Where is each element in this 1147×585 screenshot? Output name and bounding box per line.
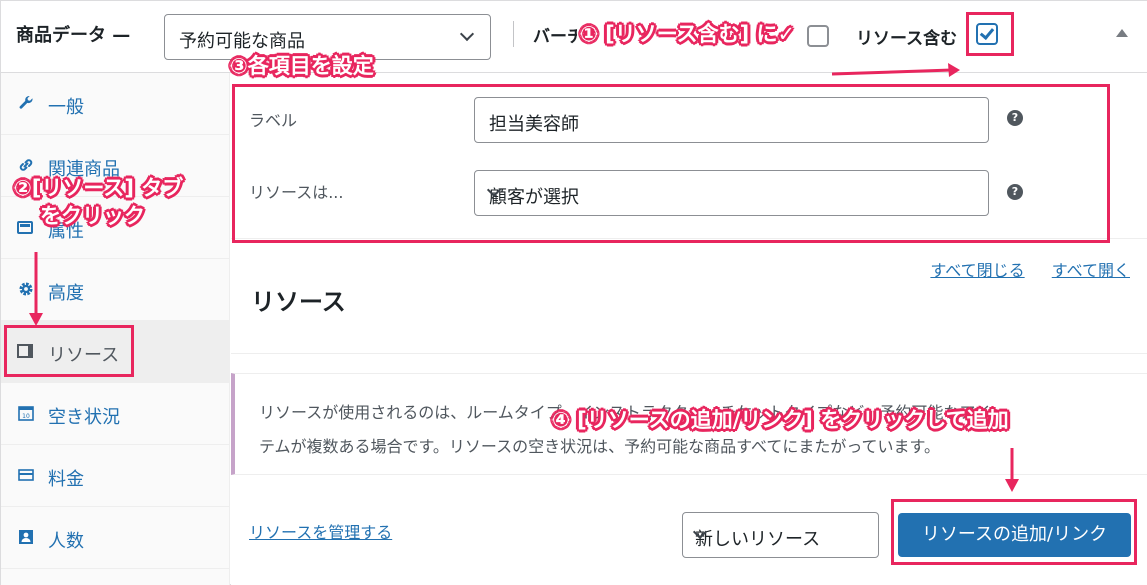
new-resource-value: 新しいリソース xyxy=(695,529,821,550)
highlight-resource-checkbox xyxy=(966,12,1014,56)
tab-label: 空き状況 xyxy=(48,407,120,428)
resources-section-title: リソース xyxy=(251,288,346,316)
highlight-fields xyxy=(232,84,1110,243)
expand-collapse-links: すべて閉じる すべて開く xyxy=(908,257,1130,281)
annotation-step1: ① [リソース含む] に✓ xyxy=(580,22,796,46)
annotation-step2-line1: ②[リソース] タブ xyxy=(14,176,184,200)
section-divider xyxy=(231,353,1147,354)
has-resources-label: リソース含む xyxy=(856,29,958,49)
tab-advanced[interactable]: 高度 xyxy=(1,259,230,321)
manage-resources-link[interactable]: リソースを管理する xyxy=(249,519,392,543)
calendar-icon: 10 xyxy=(17,405,35,423)
list-icon xyxy=(17,219,35,237)
new-resource-select[interactable]: 新しいリソース xyxy=(682,512,879,558)
tab-costs[interactable]: 料金 xyxy=(1,445,230,507)
annotation-step3: ③各項目を設定 xyxy=(230,54,374,78)
annotation-step4: ④ [リソースの追加/リンク] をクリックして追加 xyxy=(552,408,1009,432)
virtual-checkbox[interactable] xyxy=(807,25,829,47)
tab-label: 高度 xyxy=(48,283,84,304)
tab-general[interactable]: 一般 xyxy=(1,73,230,135)
tab-label: 人数 xyxy=(48,531,84,552)
person-icon xyxy=(17,529,35,547)
tab-availability[interactable]: 10 空き状況 xyxy=(1,383,230,445)
wrench-icon xyxy=(17,95,35,113)
tab-persons[interactable]: 人数 xyxy=(1,507,230,569)
highlight-add-button xyxy=(891,499,1137,565)
svg-text:10: 10 xyxy=(22,413,30,420)
chevron-down-icon xyxy=(459,26,475,42)
tab-label: 一般 xyxy=(48,97,84,118)
close-all-link[interactable]: すべて閉じる xyxy=(930,261,1024,280)
header-divider xyxy=(513,21,514,47)
tab-label: 料金 xyxy=(48,469,84,490)
collapse-arrow-icon[interactable] xyxy=(1116,29,1128,37)
open-all-link[interactable]: すべて開く xyxy=(1052,261,1130,280)
highlight-resources-tab xyxy=(4,325,134,377)
card-icon xyxy=(17,467,35,485)
annotation-step2-line2: をクリック xyxy=(40,204,145,228)
gear-icon xyxy=(17,281,35,299)
virtual-label: バーチャル xyxy=(533,27,577,47)
panel-title: 商品データ — xyxy=(16,25,131,46)
